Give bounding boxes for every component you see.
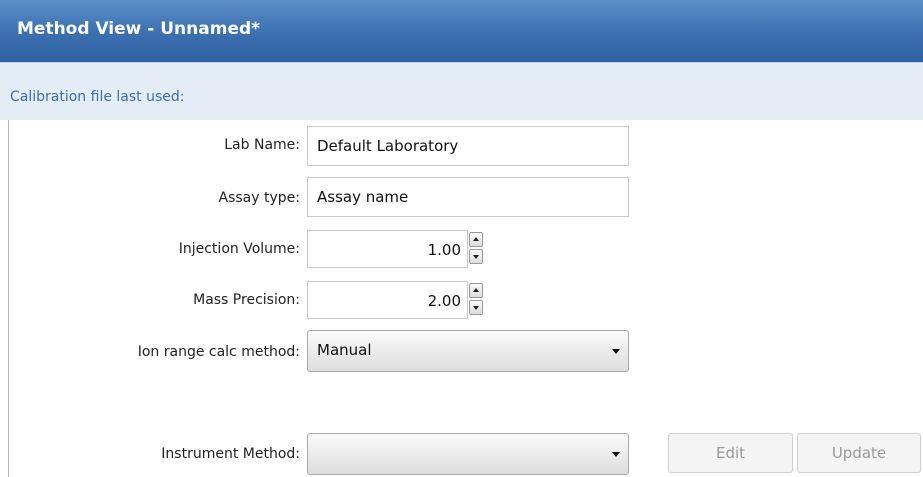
assay-type-input[interactable]: Assay name	[307, 177, 629, 217]
injection-volume-spinner	[469, 232, 483, 266]
update-button[interactable]: Update	[797, 433, 921, 473]
spin-down-icon[interactable]	[469, 249, 483, 264]
spin-up-icon[interactable]	[469, 232, 483, 247]
window-title: Method View - Unnamed*	[0, 0, 923, 62]
ion-range-select[interactable]: Manual	[307, 330, 629, 372]
chevron-down-icon	[612, 452, 620, 457]
ion-range-label: Ion range calc method:	[137, 344, 300, 360]
edit-button[interactable]: Edit	[668, 433, 793, 473]
mass-precision-label: Mass Precision:	[193, 292, 300, 308]
lab-name-label: Lab Name:	[224, 137, 300, 153]
ion-range-value: Manual	[317, 341, 372, 359]
chevron-down-icon	[612, 349, 620, 354]
assay-type-label: Assay type:	[218, 190, 300, 206]
mass-precision-spinner	[469, 283, 483, 317]
lab-name-input[interactable]: Default Laboratory	[307, 126, 629, 166]
instrument-method-select[interactable]	[307, 433, 629, 475]
panel-divider	[8, 120, 9, 477]
spin-up-icon[interactable]	[469, 283, 483, 298]
mass-precision-input[interactable]: 2.00	[307, 281, 468, 319]
calibration-file-header: Calibration file last used:	[0, 62, 923, 120]
method-view-window: Method View - Unnamed* Calibration file …	[0, 0, 923, 477]
injection-volume-input[interactable]: 1.00	[307, 230, 468, 268]
instrument-method-label: Instrument Method:	[161, 446, 300, 462]
spin-down-icon[interactable]	[469, 300, 483, 315]
injection-volume-label: Injection Volume:	[178, 241, 300, 257]
